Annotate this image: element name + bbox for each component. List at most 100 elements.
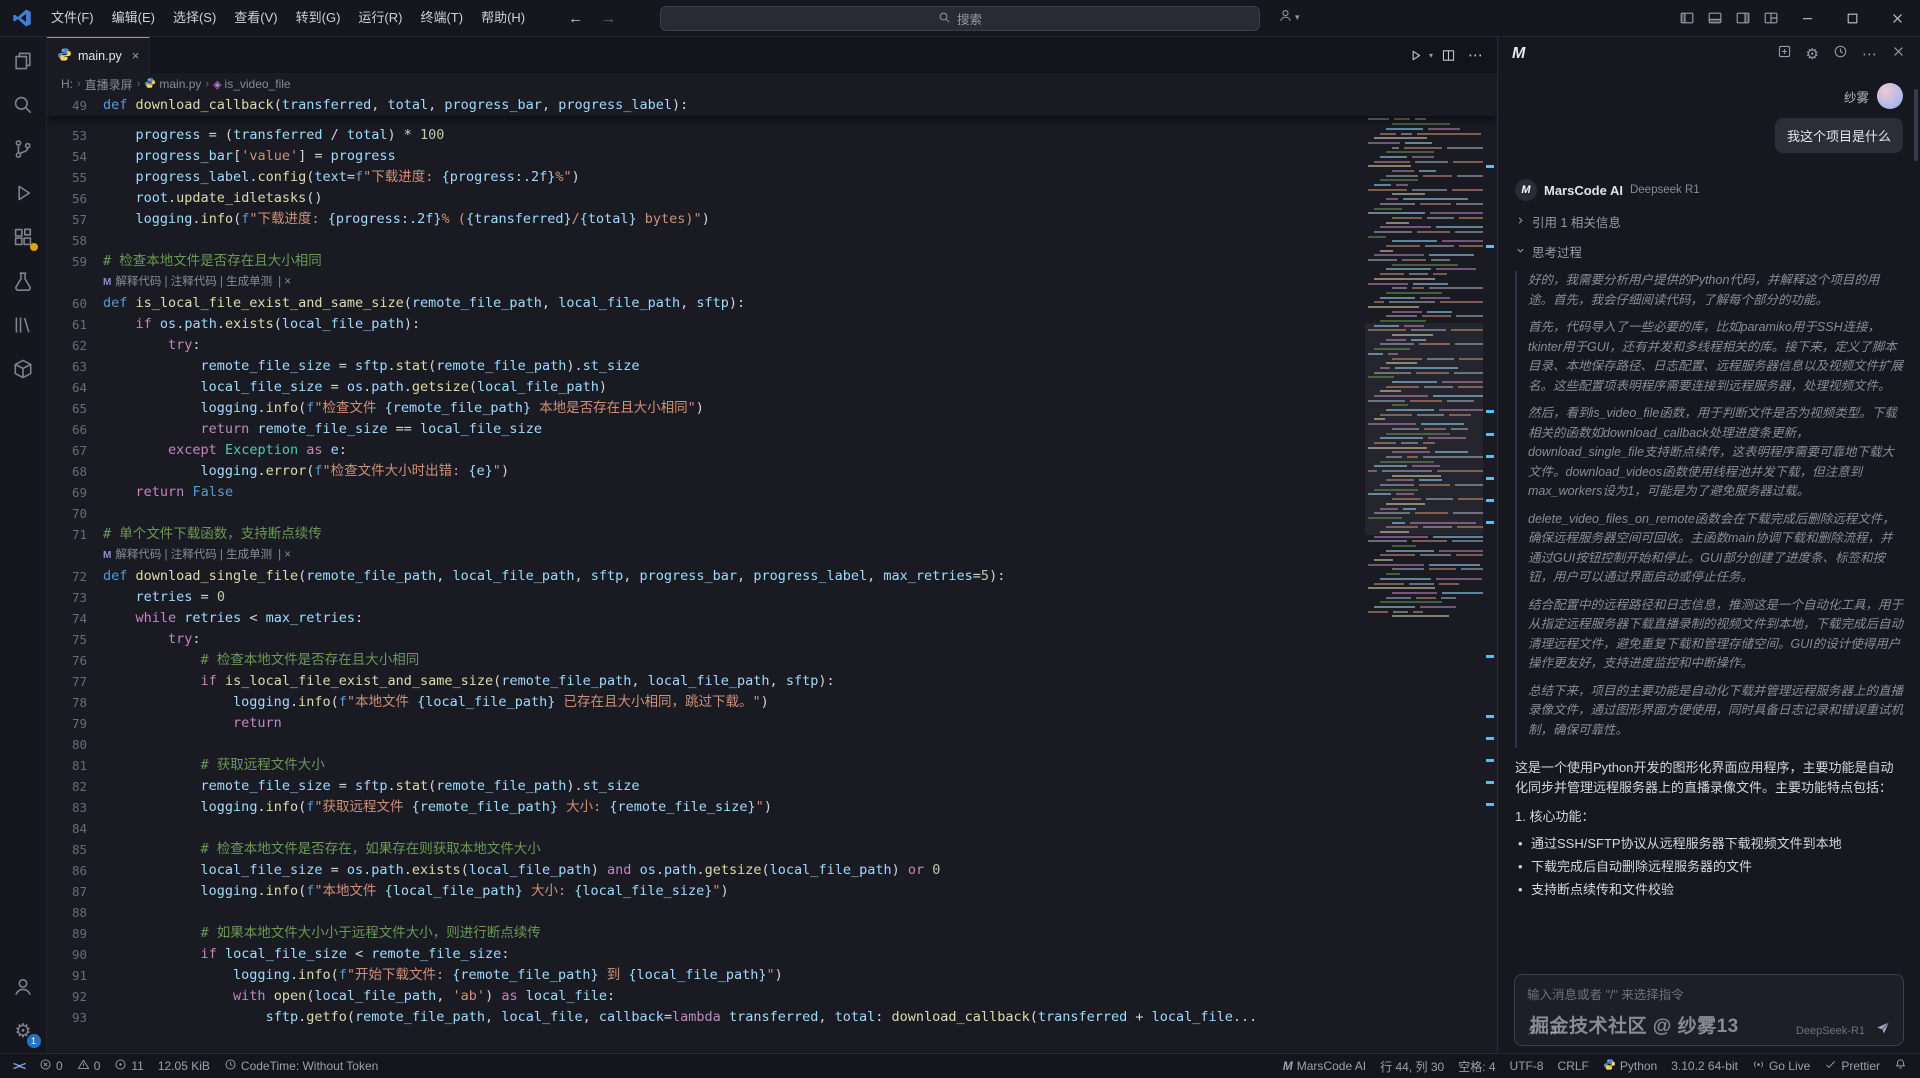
minimap-line: [1365, 179, 1483, 181]
status-language[interactable]: Python: [1596, 1054, 1664, 1078]
menu-item[interactable]: 运行(R): [349, 0, 411, 36]
run-file-icon[interactable]: [1404, 48, 1427, 63]
status-label: CRLF: [1558, 1059, 1589, 1073]
panel-scrollbar[interactable]: [1914, 89, 1918, 161]
breadcrumb-item[interactable]: H:: [61, 77, 73, 91]
codelens-row[interactable]: M解释代码 | 注释代码 | 生成单测| ×: [47, 272, 1497, 293]
status-notifications[interactable]: [1887, 1054, 1914, 1078]
status-marscode-status[interactable]: MMarsCode AI: [1276, 1054, 1373, 1078]
sidebar-item-library[interactable]: [0, 303, 47, 347]
codelens-actions[interactable]: 解释代码 | 注释代码 | 生成单测: [115, 272, 272, 293]
menu-item[interactable]: 选择(S): [164, 0, 225, 36]
split-editor-icon[interactable]: [1437, 48, 1460, 63]
close-icon[interactable]: [1875, 0, 1920, 36]
layout-sidebar-left-icon[interactable]: [1673, 0, 1701, 36]
model-selector[interactable]: DeepSeek-R1: [1796, 1025, 1865, 1037]
line-number: 88: [47, 902, 103, 923]
status-go-live[interactable]: Go Live: [1745, 1054, 1817, 1078]
minimap-line: [1365, 198, 1483, 200]
menu-item[interactable]: 编辑(E): [103, 0, 164, 36]
status-remote-indicator[interactable]: ><: [6, 1054, 32, 1078]
minimize-icon[interactable]: [1785, 0, 1830, 36]
maximize-icon[interactable]: [1830, 0, 1875, 36]
profile-dropdown[interactable]: ▾: [1278, 8, 1300, 26]
minimap-line: [1365, 128, 1483, 130]
sidebar-item-account[interactable]: [0, 965, 47, 1009]
close-icon[interactable]: [1891, 44, 1906, 64]
run-dropdown-icon[interactable]: ▾: [1429, 51, 1433, 60]
line-number: 64: [47, 377, 103, 398]
status-codetime[interactable]: CodeTime: Without Token: [217, 1054, 385, 1078]
menu-item[interactable]: 文件(F): [42, 0, 103, 36]
line-number: 86: [47, 860, 103, 881]
code-text: logging.info(f"下载进度: {progress:.2f}% ({t…: [103, 209, 710, 230]
reference-toggle[interactable]: 引用 1 相关信息: [1515, 212, 1903, 231]
sidebar-item-settings[interactable]: ⚙1: [0, 1009, 47, 1053]
history-icon[interactable]: [1833, 44, 1848, 64]
codelens-close-icon[interactable]: | ×: [278, 272, 291, 293]
search-box[interactable]: 搜索: [660, 6, 1260, 31]
more-icon[interactable]: ⋯: [1862, 45, 1877, 64]
code-line: 92 with open(local_file_path, 'ab') as l…: [47, 986, 1497, 1007]
status-counter[interactable]: 11: [107, 1054, 150, 1078]
sidebar-item-testing[interactable]: [0, 259, 47, 303]
line-number: 68: [47, 461, 103, 482]
code-text: remote_file_size = sftp.stat(remote_file…: [103, 776, 640, 797]
minimap-line: [1365, 287, 1483, 289]
code-editor[interactable]: 49def download_callback(transferred, tot…: [47, 95, 1497, 1053]
code-text: logging.error(f"检查文件大小时出错: {e}"): [103, 461, 509, 482]
line-number: 87: [47, 881, 103, 902]
nav-back-icon[interactable]: ←: [560, 10, 591, 27]
status-file-size[interactable]: 12.05 KiB: [151, 1054, 217, 1078]
minimap-line: [1365, 212, 1483, 214]
minimap[interactable]: [1365, 95, 1483, 1053]
new-chat-icon[interactable]: [1777, 44, 1792, 64]
status-errors[interactable]: 0: [32, 1054, 70, 1078]
status-encoding[interactable]: UTF-8: [1503, 1054, 1551, 1078]
layout-panel-icon[interactable]: [1701, 0, 1729, 36]
ruler-mark: [1486, 433, 1494, 436]
more-actions-icon[interactable]: ⋯: [1464, 46, 1487, 64]
layout-sidebar-right-icon[interactable]: [1729, 0, 1757, 36]
breadcrumb-item[interactable]: main.py: [144, 77, 201, 92]
codelens-row[interactable]: M解释代码 | 注释代码 | 生成单测| ×: [47, 545, 1497, 566]
menu-item[interactable]: 终端(T): [411, 0, 472, 36]
sidebar-item-extensions[interactable]: [0, 215, 47, 259]
status-warnings[interactable]: 0: [70, 1054, 108, 1078]
status-indentation[interactable]: 空格: 4: [1451, 1054, 1502, 1078]
thinking-paragraph: 首先，代码导入了一些必要的库，比如paramiko用于SSH连接，tkinter…: [1528, 318, 1903, 396]
nav-forward-icon[interactable]: →: [593, 10, 624, 27]
sidebar-item-search[interactable]: [0, 83, 47, 127]
breadcrumb-item[interactable]: ◈is_video_file: [213, 77, 291, 91]
status-prettier[interactable]: Prettier: [1817, 1054, 1887, 1078]
tab-main-py[interactable]: main.py ×: [47, 37, 150, 73]
python-icon: [1603, 1058, 1616, 1074]
layout-grid-icon[interactable]: [1757, 0, 1785, 36]
menu-item[interactable]: 转到(G): [287, 0, 350, 36]
thinking-toggle[interactable]: 思考过程: [1515, 242, 1903, 261]
close-tab-icon[interactable]: ×: [132, 48, 140, 63]
ruler-mark: [1486, 455, 1494, 458]
menu-item[interactable]: 查看(V): [225, 0, 286, 36]
minimap-line: [1365, 137, 1483, 139]
send-icon[interactable]: [1875, 1020, 1891, 1041]
gear-icon[interactable]: ⚙: [1806, 45, 1819, 64]
assistant-name: MarsCode AI: [1544, 183, 1623, 198]
code-line: 68 logging.error(f"检查文件大小时出错: {e}"): [47, 461, 1497, 482]
status-cursor-position[interactable]: 行 44, 列 30: [1373, 1054, 1451, 1078]
python-icon: [57, 47, 72, 65]
menu-item[interactable]: 帮助(H): [472, 0, 534, 36]
line-number: 49: [47, 95, 103, 116]
status-eol[interactable]: CRLF: [1551, 1054, 1596, 1078]
sidebar-item-explorer[interactable]: [0, 39, 47, 83]
sidebar-item-package[interactable]: [0, 347, 47, 391]
broadcast-icon: [1752, 1058, 1765, 1074]
breadcrumb-item[interactable]: 直播录屏: [85, 76, 133, 93]
titlebar-controls: [1673, 0, 1920, 36]
status-interpreter[interactable]: 3.10.2 64-bit: [1664, 1054, 1745, 1078]
codelens-actions[interactable]: 解释代码 | 注释代码 | 生成单测: [115, 545, 272, 566]
sidebar-item-source-control[interactable]: [0, 127, 47, 171]
codelens-close-icon[interactable]: | ×: [278, 545, 291, 566]
sidebar-item-run-debug[interactable]: [0, 171, 47, 215]
minimap-line: [1365, 545, 1483, 547]
